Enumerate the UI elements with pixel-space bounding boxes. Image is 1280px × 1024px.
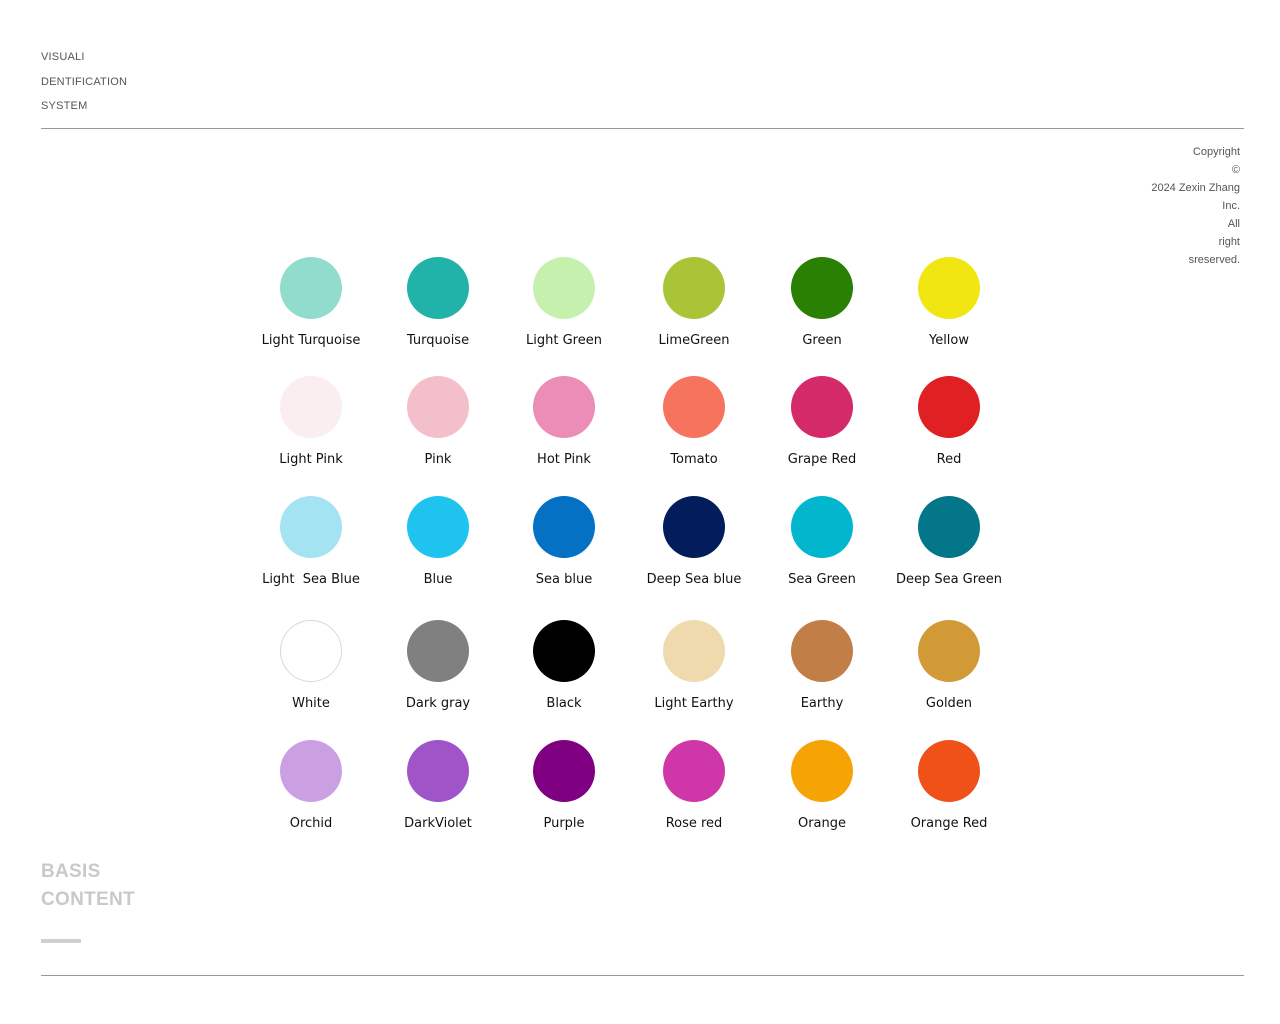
color-swatch-circle [533,257,595,319]
color-swatch-circle [791,376,853,438]
section-title-line: CONTENT [41,889,135,910]
color-swatch: Golden [869,620,1029,730]
color-swatch: Deep Sea Green [869,496,1029,606]
color-swatch-label: Orange Red [910,816,988,831]
color-swatch-label: Deep Sea Green [895,572,1003,587]
copyright-line: right [1218,236,1240,248]
color-swatch-circle [280,740,342,802]
copyright-notice: Copyright © 2024 Zexin Zhang Inc. All ri… [1151,143,1240,269]
copyright-line: 2024 Zexin Zhang [1151,182,1240,194]
color-swatch-circle [280,257,342,319]
color-swatch-circle [280,376,342,438]
copyright-line: Inc. [1222,200,1240,212]
color-swatch-label: Golden [925,696,973,711]
color-swatch-circle [791,740,853,802]
color-swatch-circle [533,620,595,682]
color-swatch-circle [663,257,725,319]
color-swatch-circle [663,620,725,682]
color-swatch-circle [407,740,469,802]
copyright-line: All [1227,218,1240,230]
copyright-line: © [1231,164,1240,176]
section-title-line: BASIS [41,861,101,882]
brand-title-line: DENTIFICATION [41,75,128,88]
color-swatch-circle [280,496,342,558]
color-swatch-label: Red [936,452,962,467]
bottom-divider [41,975,1244,976]
section-accent-bar [41,939,81,943]
color-swatch-circle [407,496,469,558]
color-swatch: Red [869,376,1029,486]
color-swatch-circle [407,620,469,682]
color-swatch-circle [663,376,725,438]
color-swatch: Yellow [869,257,1029,367]
color-swatch-circle [918,376,980,438]
top-divider [41,128,1244,129]
color-swatch-circle [407,257,469,319]
color-swatch-circle [918,496,980,558]
color-swatch-circle [663,740,725,802]
brand-title-line: VISUALI [41,51,85,63]
color-swatch-circle [280,620,342,682]
brand-title: VISUALI DENTIFICATION SYSTEM [41,45,127,119]
color-swatch-circle [918,257,980,319]
section-title: BASIS CONTENT [41,858,135,914]
color-swatch-circle [407,376,469,438]
color-swatch-circle [533,376,595,438]
color-swatch-circle [663,496,725,558]
color-swatch-circle [791,257,853,319]
copyright-line: Copyright [1192,146,1240,158]
copyright-line: sreserved. [1188,254,1240,266]
color-swatch: Orange Red [869,740,1029,850]
color-swatch-circle [791,620,853,682]
brand-title-line: SYSTEM [41,100,88,112]
color-swatch-circle [533,740,595,802]
color-swatch-circle [918,740,980,802]
color-swatch-circle [791,496,853,558]
color-swatch-circle [918,620,980,682]
color-swatch-circle [533,496,595,558]
color-swatch-label: Yellow [928,333,970,348]
